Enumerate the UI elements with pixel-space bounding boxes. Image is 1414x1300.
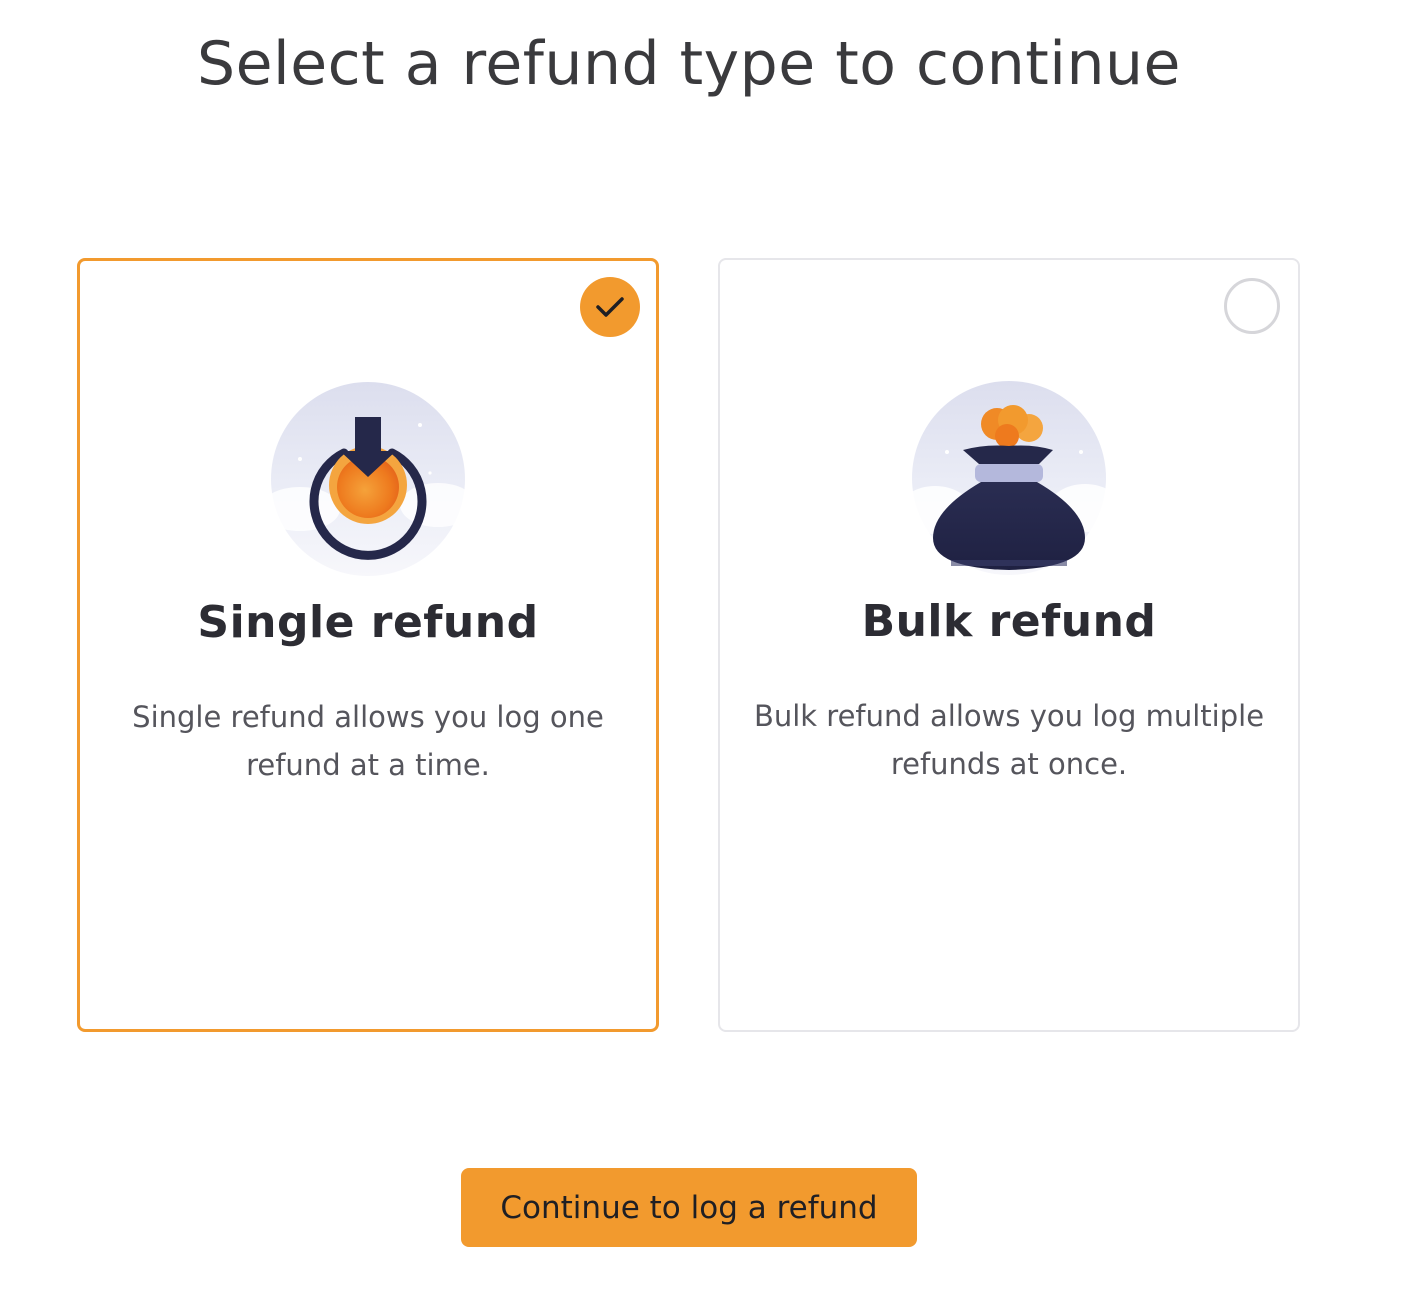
page-title: Select a refund type to continue (197, 29, 1181, 99)
single-refund-description: Single refund allows you log one refund … (132, 700, 604, 782)
bulk-refund-title: Bulk refund (861, 596, 1157, 647)
bulk-refund-description: Bulk refund allows you log multiple refu… (753, 699, 1265, 781)
bulk-refund-card[interactable]: Bulk refund Bulk refund allows you log m… (718, 258, 1300, 1032)
money-bag-icon (899, 380, 1121, 576)
selected-check-icon (580, 277, 640, 337)
single-refund-title: Single refund (197, 597, 539, 648)
unselected-radio-icon[interactable] (1224, 278, 1280, 334)
single-refund-coin-icon (260, 381, 476, 577)
single-refund-card[interactable]: Single refund Single refund allows you l… (77, 258, 659, 1032)
continue-button[interactable]: Continue to log a refund (461, 1168, 917, 1247)
